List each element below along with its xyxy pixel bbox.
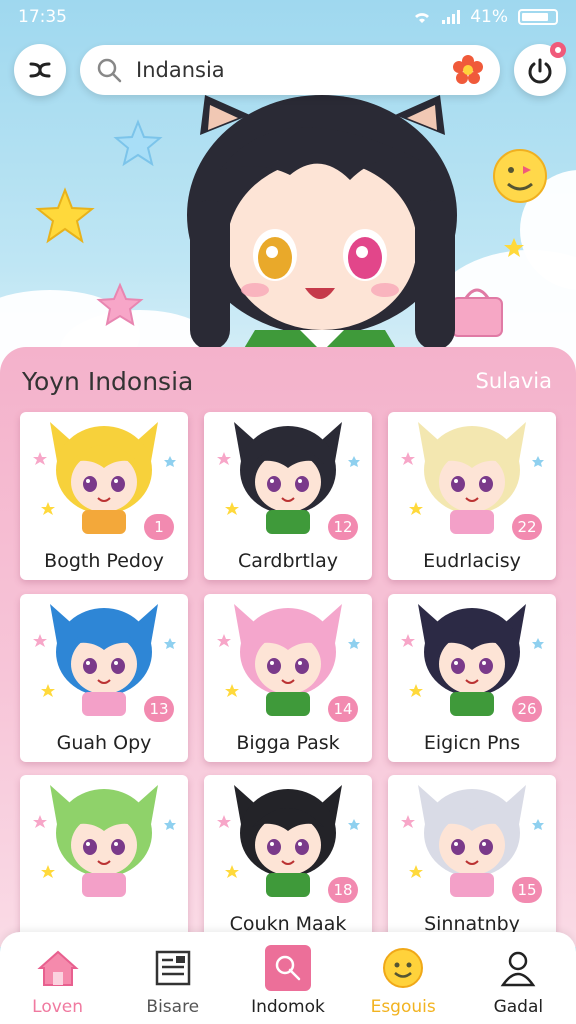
count-badge: 22	[512, 514, 542, 540]
character-name: Eudrlacisy	[423, 550, 521, 572]
section-see-all-link[interactable]: Sulavia	[476, 369, 552, 393]
character-card[interactable]: 22 Eudrlacisy	[388, 412, 556, 580]
character-name: Bogth Pedoy	[44, 550, 164, 572]
count-badge: 1	[144, 514, 174, 540]
nav-item-gadal[interactable]: Gadal	[468, 945, 568, 1017]
nav-item-bisare[interactable]: Bisare	[123, 945, 223, 1017]
character-card[interactable]: 18 Coukn Maak	[204, 775, 372, 943]
character-card[interactable]: 14 Bigga Pask	[204, 594, 372, 762]
home-icon	[35, 945, 81, 991]
search-icon	[97, 58, 122, 83]
battery-percent: 41%	[470, 7, 508, 27]
edit-icon	[264, 945, 311, 991]
search-bar[interactable]: Indansia	[80, 45, 500, 95]
nav-item-loven[interactable]: Loven	[8, 945, 108, 1017]
count-badge: 26	[512, 696, 542, 722]
signal-icon	[442, 10, 461, 24]
profile-icon	[495, 945, 541, 991]
nav-item-indomok[interactable]: Indomok	[238, 945, 338, 1017]
nav-label: Gadal	[493, 997, 544, 1017]
character-name: Cardbrtlay	[238, 550, 338, 572]
character-card[interactable]: 15 Sinnatnby	[388, 775, 556, 943]
count-badge: 15	[512, 877, 542, 903]
nav-label: Loven	[32, 997, 84, 1017]
character-avatar	[33, 785, 176, 897]
smiley-icon	[380, 945, 426, 991]
count-badge: 18	[328, 877, 358, 903]
news-icon	[150, 945, 196, 991]
section-title: Yoyn Indonsia	[22, 367, 194, 396]
notification-dot-icon	[550, 42, 566, 58]
power-button[interactable]	[514, 42, 566, 96]
nav-item-esgouis[interactable]: Esgouis	[353, 945, 453, 1017]
count-badge: 14	[328, 696, 358, 722]
character-card[interactable]	[20, 775, 188, 943]
nav-label: Esgouis	[370, 997, 436, 1017]
status-bar: 17:35 41%	[0, 0, 576, 34]
count-badge: 12	[328, 514, 358, 540]
battery-icon	[518, 9, 558, 25]
character-name: Eigicn Pns	[423, 732, 521, 754]
character-name: Guah Opy	[56, 732, 152, 754]
flower-icon[interactable]	[452, 54, 484, 86]
bottom-nav: Loven Bisare Indomok Esgouis Gadal	[0, 932, 576, 1024]
character-card[interactable]: 1 Bogth Pedoy	[20, 412, 188, 580]
character-card[interactable]: 12 Cardbrtlay	[204, 412, 372, 580]
count-badge: 13	[144, 696, 174, 722]
character-card[interactable]: 13 Guah Opy	[20, 594, 188, 762]
character-card[interactable]: 26 Eigicn Pns	[388, 594, 556, 762]
status-time: 17:35	[18, 7, 67, 27]
character-name: Bigga Pask	[236, 732, 340, 754]
shuffle-button[interactable]	[14, 44, 66, 96]
search-input[interactable]: Indansia	[136, 58, 452, 82]
nav-label: Bisare	[146, 997, 200, 1017]
nav-label: Indomok	[251, 997, 325, 1017]
shuffle-icon	[29, 62, 51, 78]
wifi-icon	[415, 13, 430, 23]
